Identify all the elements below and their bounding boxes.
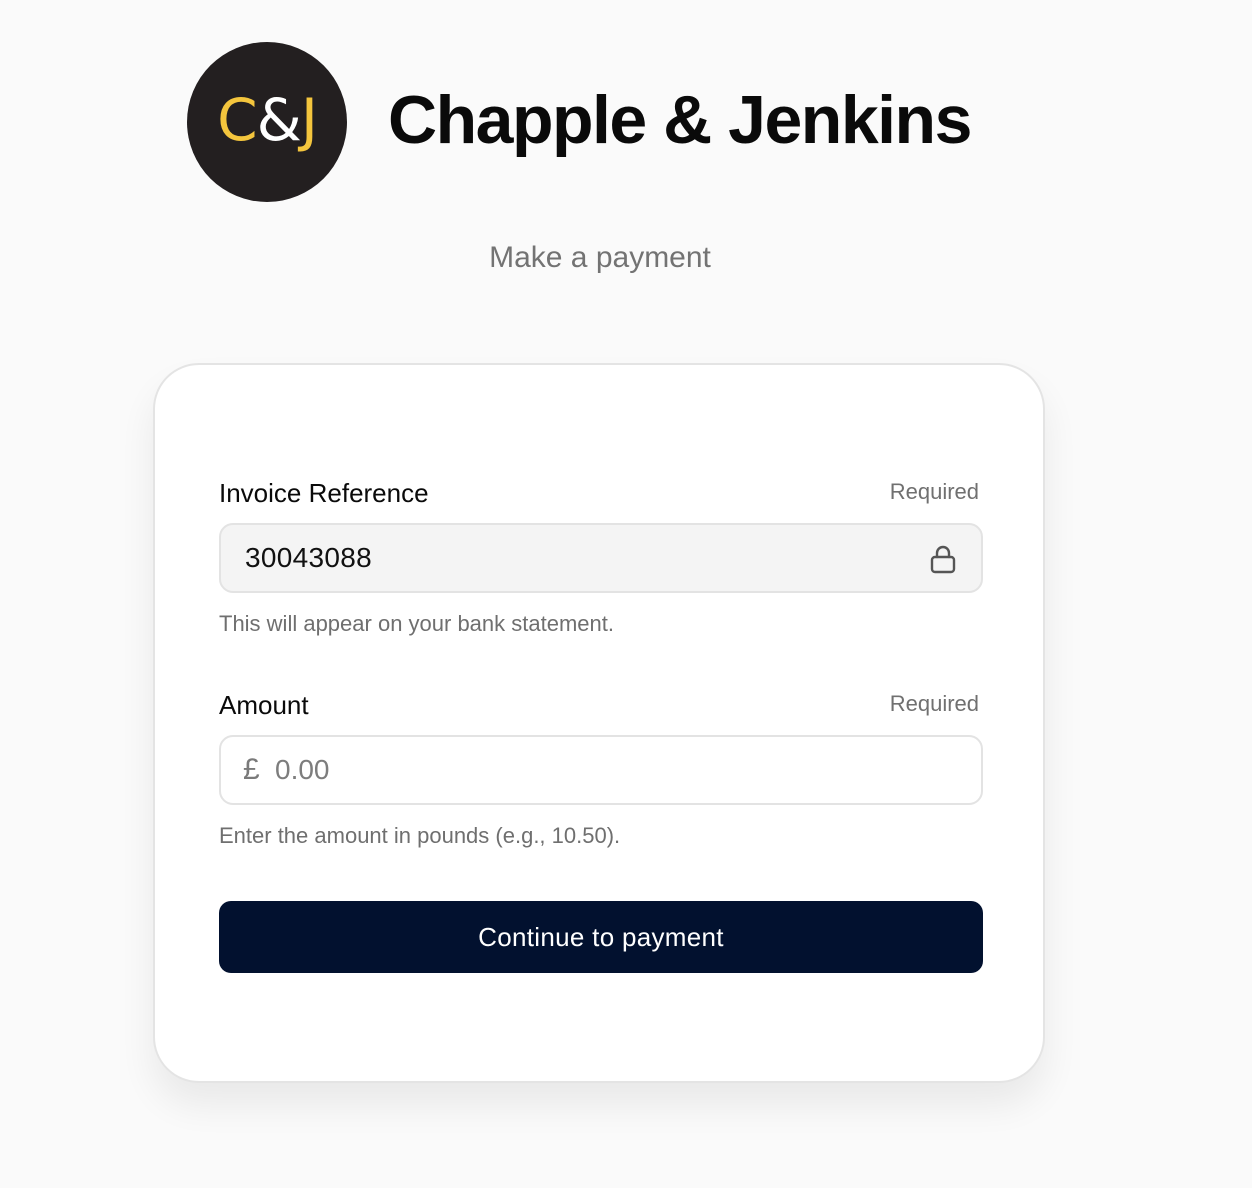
currency-symbol: £ [243, 753, 260, 786]
amount-help-text: Enter the amount in pounds (e.g., 10.50)… [219, 823, 621, 848]
amount-required-text: Required [889, 691, 979, 716]
continue-to-payment-button[interactable]: Continue to payment [219, 901, 983, 973]
logo-letter-j: J [300, 86, 318, 154]
company-name: Chapple & Jenkins [388, 82, 972, 158]
lock-icon [930, 545, 956, 574]
logo: C&J [187, 42, 347, 202]
invoice-reference-help-text: This will appear on your bank statement. [219, 611, 614, 636]
amount-label: Amount [219, 690, 309, 720]
logo-text: C&J [217, 91, 318, 149]
payment-form-card: Invoice Reference Required 30043088 This… [153, 363, 1045, 1083]
invoice-reference-field: 30043088 [219, 523, 983, 593]
logo-letter-c: C [217, 86, 257, 154]
invoice-reference-value: 30043088 [245, 542, 372, 573]
amount-field: £ [219, 735, 983, 805]
amount-input[interactable] [275, 745, 955, 795]
invoice-reference-label: Invoice Reference [219, 478, 429, 508]
page-subtitle: Make a payment [489, 241, 711, 274]
logo-ampersand: & [256, 86, 302, 154]
invoice-reference-required-text: Required [889, 479, 979, 504]
